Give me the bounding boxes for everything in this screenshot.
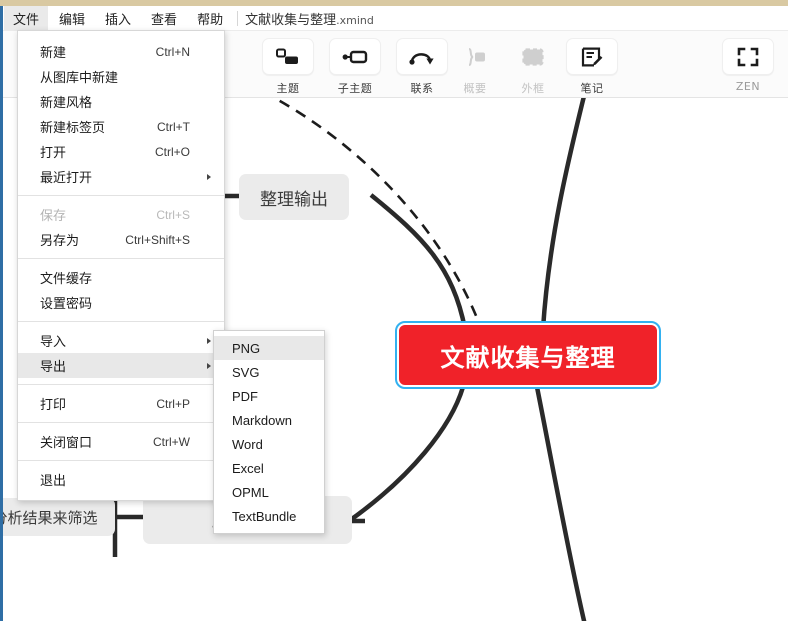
menu-item-exit[interactable]: 退出 xyxy=(18,467,224,492)
toolbar-button-boundary[interactable]: 外框 xyxy=(506,38,560,96)
menu-item-close-window[interactable]: 关闭窗口 Ctrl+W xyxy=(18,429,224,454)
export-item-excel[interactable]: Excel xyxy=(214,456,324,480)
document-title-text: 文献收集与整理 xyxy=(245,12,337,28)
export-item-textbundle[interactable]: TextBundle xyxy=(214,504,324,528)
toolbar-button-relationship[interactable]: 联系 xyxy=(395,38,449,96)
menu-item-label: 打印 xyxy=(40,398,67,413)
menu-item-save[interactable]: 保存 Ctrl+S xyxy=(18,202,224,227)
node-label: 分析结果来筛选 xyxy=(3,508,98,527)
menubar-item-insert[interactable]: 插入 xyxy=(96,6,140,31)
menu-item-label: 文件缓存 xyxy=(40,272,93,287)
menu-item-new[interactable]: 新建 Ctrl+N xyxy=(18,39,224,64)
menubar-item-file[interactable]: 文件 xyxy=(4,6,49,31)
menu-separator xyxy=(18,321,224,322)
export-item-opml[interactable]: OPML xyxy=(214,480,324,504)
menu-item-shortcut: Ctrl+P xyxy=(156,396,190,411)
xmind-application-window: 文件 编辑 插入 查看 帮助 文献收集与整理.xmind 主题 子主题 联系 概… xyxy=(0,6,788,621)
menu-item-file-cache[interactable]: 文件缓存 xyxy=(18,265,224,290)
menu-item-label: 导入 xyxy=(40,335,67,350)
boundary-dashed-icon xyxy=(507,38,559,75)
node-label: 整理输出 xyxy=(260,189,328,210)
menu-separator xyxy=(18,422,224,423)
menu-item-label: 新建风格 xyxy=(40,96,93,111)
file-dropdown-menu[interactable]: 新建 Ctrl+N 从图库中新建 新建风格 新建标签页 Ctrl+T 打开 Ctrl+… xyxy=(17,30,225,501)
mindmap-central-node[interactable]: 文献收集与整理 xyxy=(395,321,661,389)
menu-item-open[interactable]: 打开 Ctrl+O xyxy=(18,139,224,164)
menu-item-label: 退出 xyxy=(40,474,67,489)
menu-item-shortcut: Ctrl+O xyxy=(154,144,190,159)
menu-item-label: 打开 xyxy=(40,146,67,161)
toolbar-button-topic[interactable]: 主题 xyxy=(261,38,315,96)
toolbar-label-boundary: 外框 xyxy=(521,82,545,95)
menu-item-shortcut: Ctrl+Shift+S xyxy=(125,232,190,247)
menu-item-label: 另存为 xyxy=(40,234,80,249)
menu-item-shortcut: Ctrl+S xyxy=(156,207,190,222)
fullscreen-corners-icon xyxy=(722,38,774,75)
menu-item-import[interactable]: 导入 xyxy=(18,328,224,353)
topic-icon xyxy=(262,38,314,75)
toolbar-label-topic: 主题 xyxy=(276,82,300,95)
export-item-word[interactable]: Word xyxy=(214,432,324,456)
toolbar-button-summary[interactable]: 概要 xyxy=(448,38,502,96)
subtopic-icon xyxy=(329,38,381,75)
menu-separator xyxy=(18,384,224,385)
menubar-item-view[interactable]: 查看 xyxy=(142,6,186,31)
menu-item-save-as[interactable]: 另存为 Ctrl+Shift+S xyxy=(18,227,224,252)
menu-item-print[interactable]: 打印 Ctrl+P xyxy=(18,391,224,416)
menu-item-recent[interactable]: 最近打开 xyxy=(18,164,224,189)
menu-separator xyxy=(18,258,224,259)
export-item-pdf[interactable]: PDF xyxy=(214,384,324,408)
export-item-svg[interactable]: SVG xyxy=(214,360,324,384)
menu-item-new-style[interactable]: 新建风格 xyxy=(18,89,224,114)
menu-item-label: 最近打开 xyxy=(40,171,93,186)
chevron-right-icon xyxy=(207,173,211,180)
toolbar-label-note: 笔记 xyxy=(580,82,604,95)
menubar-item-help[interactable]: 帮助 xyxy=(188,6,232,31)
central-node-label: 文献收集与整理 xyxy=(440,343,616,372)
mindmap-node-organize-output[interactable]: 整理输出 xyxy=(239,174,349,220)
menu-item-new-tab[interactable]: 新建标签页 Ctrl+T xyxy=(18,114,224,139)
toolbar-label-relationship: 联系 xyxy=(410,82,434,95)
toolbar-label-summary: 概要 xyxy=(463,82,487,95)
toolbar-button-subtopic[interactable]: 子主题 xyxy=(328,38,382,96)
menu-item-new-from-gallery[interactable]: 从图库中新建 xyxy=(18,64,224,89)
summary-bracket-icon xyxy=(449,38,501,75)
relationship-arrow-icon xyxy=(396,38,448,75)
mindmap-node-filter-by-analysis[interactable]: 分析结果来筛选 xyxy=(3,498,115,536)
document-extension: .xmind xyxy=(336,13,374,27)
menu-item-label: 导出 xyxy=(40,360,67,375)
menu-item-label: 新建标签页 xyxy=(40,121,106,136)
export-item-png[interactable]: PNG xyxy=(214,336,324,360)
menu-item-label: 关闭窗口 xyxy=(40,436,93,451)
export-item-markdown[interactable]: Markdown xyxy=(214,408,324,432)
chevron-right-icon xyxy=(207,337,211,344)
menu-item-set-password[interactable]: 设置密码 xyxy=(18,290,224,315)
note-edit-icon xyxy=(566,38,618,75)
menubar-divider xyxy=(237,10,239,26)
menu-item-shortcut: Ctrl+T xyxy=(157,119,190,134)
menubar-item-edit[interactable]: 编辑 xyxy=(50,6,94,31)
export-submenu[interactable]: PNG SVG PDF Markdown Word Excel OPML Tex… xyxy=(213,330,325,534)
menu-separator xyxy=(18,460,224,461)
chevron-right-icon xyxy=(207,362,211,369)
menu-item-label: 保存 xyxy=(40,209,67,224)
menu-item-export[interactable]: 导出 xyxy=(18,353,224,378)
toolbar-label-subtopic: 子主题 xyxy=(337,82,373,95)
menu-bar: 文件 编辑 插入 查看 帮助 文献收集与整理.xmind xyxy=(3,6,788,31)
menu-item-label: 设置密码 xyxy=(40,297,93,312)
menu-item-shortcut: Ctrl+W xyxy=(153,434,190,449)
toolbar-button-note[interactable]: 笔记 xyxy=(565,38,619,96)
toolbar-button-zen[interactable]: ZEN xyxy=(721,38,775,93)
toolbar-label-zen: ZEN xyxy=(735,80,761,93)
menu-item-label: 新建 xyxy=(40,46,67,61)
menu-separator xyxy=(18,195,224,196)
menu-item-shortcut: Ctrl+N xyxy=(155,44,190,59)
document-title-tab[interactable]: 文献收集与整理.xmind xyxy=(245,9,374,28)
menu-item-label: 从图库中新建 xyxy=(40,71,119,86)
